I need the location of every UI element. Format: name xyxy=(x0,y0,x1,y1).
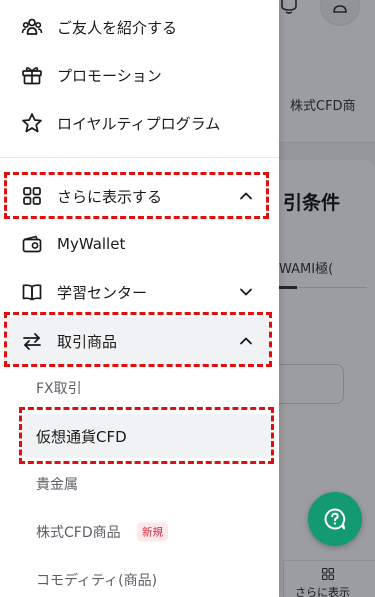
submenu-item-fx[interactable]: FX取引 xyxy=(22,366,272,410)
menu-item-label: MyWallet xyxy=(57,235,126,253)
menu-item-referral[interactable]: ご友人を紹介する xyxy=(0,3,279,51)
menu-item-learning-center[interactable]: 学習センター xyxy=(0,268,279,316)
menu-item-promotions[interactable]: プロモーション xyxy=(0,51,279,99)
submenu-item-label: 仮想通貨CFD xyxy=(36,427,127,446)
people-icon xyxy=(21,18,43,35)
menu-item-trading-products[interactable]: 取引商品 xyxy=(4,317,270,365)
menu-item-mywallet[interactable]: MyWallet xyxy=(0,220,279,268)
menu-item-label: 取引商品 xyxy=(57,332,118,351)
book-icon xyxy=(22,284,42,301)
menu-item-label: プロモーション xyxy=(57,66,162,85)
submenu-item-label: 貴金属 xyxy=(36,477,78,493)
swap-arrows-icon xyxy=(23,333,41,350)
chevron-down-icon xyxy=(240,288,252,296)
submenu-item-commodities[interactable]: コモディティ(商品) xyxy=(22,558,272,597)
submenu-item-precious-metals[interactable]: 貴金属 xyxy=(22,462,272,506)
wallet-icon xyxy=(22,235,42,253)
new-badge: 新規 xyxy=(137,522,168,542)
menu-item-label: さらに表示する xyxy=(57,187,163,206)
menu-item-label: ご友人を紹介する xyxy=(57,18,178,37)
help-chat-button[interactable] xyxy=(308,492,362,546)
submenu-item-label: コモディティ(商品) xyxy=(36,573,158,589)
chevron-up-icon xyxy=(240,192,252,200)
submenu-item-label: FX取引 xyxy=(36,381,82,397)
submenu-item-crypto-cfd[interactable]: 仮想通貨CFD xyxy=(22,414,272,458)
gift-icon xyxy=(22,67,42,85)
chevron-up-icon xyxy=(240,337,252,345)
help-chat-icon xyxy=(324,508,346,530)
grid-icon xyxy=(23,187,41,205)
page: 株式CFD商 引条件 WAMI極( さらに表示 ご友人を紹介する プロモーション… xyxy=(0,0,375,597)
menu-item-label: ロイヤルティプログラム xyxy=(57,114,221,133)
submenu-item-label: 株式CFD商品 xyxy=(36,525,121,541)
menu-item-loyalty-program[interactable]: ロイヤルティプログラム xyxy=(0,99,279,147)
navigation-drawer: ご友人を紹介する プロモーション ロイヤルティプログラム さらに表示する MyW… xyxy=(0,0,279,597)
submenu-item-stock-cfd[interactable]: 株式CFD商品 新規 xyxy=(22,510,272,554)
star-icon xyxy=(22,113,42,133)
menu-item-label: 学習センター xyxy=(57,283,148,302)
menu-item-show-more[interactable]: さらに表示する xyxy=(0,172,279,220)
divider xyxy=(0,157,279,158)
